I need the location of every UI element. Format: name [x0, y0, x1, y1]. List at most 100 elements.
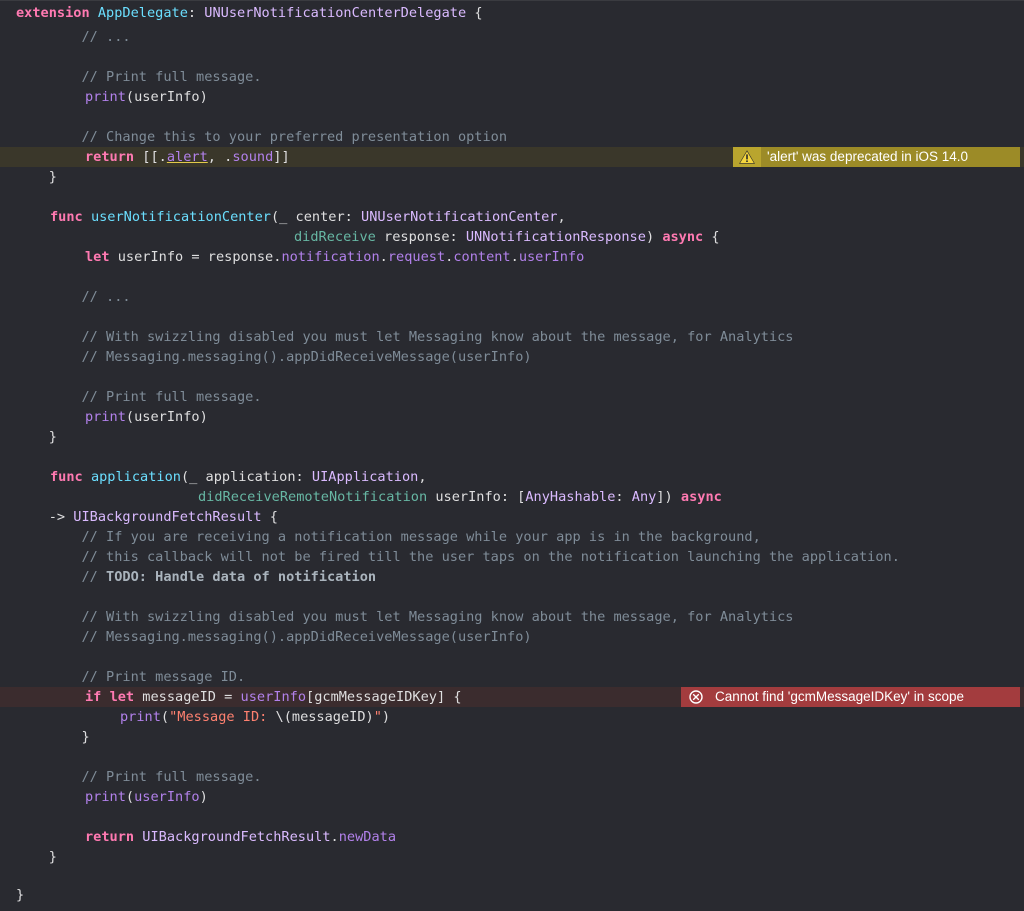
code-line-error[interactable]: if let messageID = userInfo[gcmMessageID…: [0, 687, 1024, 707]
code-text: response:: [375, 229, 466, 245]
keyword: return: [85, 149, 135, 165]
code-text: .: [510, 249, 519, 265]
code-line[interactable]: // Print full message.: [0, 67, 1024, 87]
code-line[interactable]: // Messaging.messaging().appDidReceiveMe…: [0, 347, 1024, 367]
code-line[interactable]: func application(_ application: UIApplic…: [0, 467, 1024, 487]
comment: // ...: [16, 289, 131, 305]
error-x-circle-icon: [685, 687, 707, 707]
code-line[interactable]: }: [0, 167, 1024, 187]
type-name: AppDelegate: [97, 5, 188, 21]
keyword: let: [109, 689, 135, 705]
code-line[interactable]: didReceive response: UNNotificationRespo…: [0, 227, 1024, 247]
function-call: print: [120, 709, 161, 725]
type-name: AnyHashable: [525, 489, 616, 505]
type-name: UNUserNotificationCenterDelegate: [204, 5, 467, 21]
string-literal: ": [373, 709, 382, 725]
type-name: UIBackgroundFetchResult: [73, 509, 262, 525]
error-message: Cannot find 'gcmMessageIDKey' in scope: [715, 689, 965, 704]
property: userInfo: [134, 789, 200, 805]
code-line[interactable]: }: [0, 847, 1024, 867]
code-text: }: [16, 169, 57, 185]
code-line[interactable]: // this callback will not be fired till …: [0, 547, 1024, 567]
code-text: ): [381, 709, 391, 725]
code-text: (: [160, 709, 170, 725]
comment: // Messaging.messaging().appDidReceiveMe…: [16, 349, 532, 365]
warning-annotation[interactable]: 'alert' was deprecated in iOS 14.0: [733, 147, 1020, 167]
todo-marker: TODO: Handle data of notification: [106, 569, 377, 585]
code-line[interactable]: print(userInfo): [0, 407, 1024, 427]
string-literal: "Message ID:: [169, 709, 276, 725]
deprecated-symbol[interactable]: alert: [167, 149, 208, 165]
argument-label: didReceiveRemoteNotification: [198, 489, 428, 505]
code-line[interactable]: }: [0, 885, 1024, 905]
code-line[interactable]: }: [0, 427, 1024, 447]
code-line[interactable]: print(userInfo): [0, 787, 1024, 807]
code-text: }: [16, 729, 90, 745]
type-name: Any: [631, 489, 657, 505]
comment: // Print message ID.: [16, 669, 246, 685]
function-name: application: [90, 469, 181, 485]
code-line[interactable]: // Print message ID.: [0, 667, 1024, 687]
code-line-warning[interactable]: return [[.alert, .sound]] 'alert' was de…: [0, 147, 1024, 167]
code-line[interactable]: }: [0, 727, 1024, 747]
code-line[interactable]: print(userInfo): [0, 87, 1024, 107]
code-text: (: [125, 789, 135, 805]
code-text: userInfo: [: [427, 489, 526, 505]
function-call: print: [85, 89, 126, 105]
code-line[interactable]: // With swizzling disabled you must let …: [0, 327, 1024, 347]
keyword: async: [662, 229, 704, 245]
code-text: :: [187, 5, 205, 21]
code-line[interactable]: let userInfo = response.notification.req…: [0, 247, 1024, 267]
code-line[interactable]: // ...: [0, 27, 1024, 47]
code-line[interactable]: // Print full message.: [0, 387, 1024, 407]
comment: // If you are receiving a notification m…: [16, 529, 761, 545]
code-text: ): [199, 789, 208, 805]
code-text: [gcmMessageIDKey] {: [306, 689, 462, 705]
comment: // Messaging.messaging().appDidReceiveMe…: [16, 629, 532, 645]
code-line[interactable]: // Change this to your preferred present…: [0, 127, 1024, 147]
code-line[interactable]: // TODO: Handle data of notification: [0, 567, 1024, 587]
function-call: print: [85, 789, 126, 805]
enum-case: newData: [338, 829, 397, 845]
type-name: UNNotificationResponse: [465, 229, 646, 245]
code-line[interactable]: extension AppDelegate: UNUserNotificatio…: [0, 3, 1024, 23]
error-annotation[interactable]: Cannot find 'gcmMessageIDKey' in scope: [681, 687, 1020, 707]
code-text: {: [261, 509, 278, 525]
property: notification: [281, 249, 380, 265]
code-text: }: [16, 849, 57, 865]
code-line[interactable]: func userNotificationCenter(_ center: UN…: [0, 207, 1024, 227]
type-name: UIBackgroundFetchResult: [142, 829, 331, 845]
code-line[interactable]: -> UIBackgroundFetchResult {: [0, 507, 1024, 527]
comment: // ...: [16, 29, 131, 45]
argument-label: didReceive: [294, 229, 376, 245]
code-text: :: [615, 489, 632, 505]
code-text: (_ center:: [271, 209, 362, 225]
comment: // With swizzling disabled you must let …: [16, 609, 794, 625]
code-line[interactable]: // ...: [0, 287, 1024, 307]
code-line[interactable]: print("Message ID: \(messageID)"): [0, 707, 1024, 727]
code-line[interactable]: didReceiveRemoteNotification userInfo: […: [0, 487, 1024, 507]
keyword: func: [50, 209, 83, 225]
warning-message: 'alert' was deprecated in iOS 14.0: [767, 149, 969, 164]
code-text: messageID =: [134, 689, 241, 705]
keyword: let: [85, 249, 110, 265]
code-text: (_ application:: [180, 469, 312, 485]
property: request: [387, 249, 446, 265]
keyword: return: [85, 829, 135, 845]
code-text: (userInfo): [125, 89, 208, 105]
type-name: UIApplication: [311, 469, 419, 485]
comment: // Print full message.: [16, 389, 262, 405]
code-text: }: [16, 887, 25, 903]
code-text: (userInfo): [125, 409, 208, 425]
comment: //: [16, 569, 107, 585]
keyword: func: [50, 469, 83, 485]
code-line[interactable]: return UIBackgroundFetchResult.newData: [0, 827, 1024, 847]
function-name: userNotificationCenter: [90, 209, 271, 225]
code-line[interactable]: // With swizzling disabled you must let …: [0, 607, 1024, 627]
code-line[interactable]: // If you are receiving a notification m…: [0, 527, 1024, 547]
code-line[interactable]: // Print full message.: [0, 767, 1024, 787]
code-editor[interactable]: extension AppDelegate: UNUserNotificatio…: [0, 0, 1024, 911]
code-text: ]]: [273, 149, 290, 165]
enum-case: sound: [232, 149, 274, 165]
code-line[interactable]: // Messaging.messaging().appDidReceiveMe…: [0, 627, 1024, 647]
